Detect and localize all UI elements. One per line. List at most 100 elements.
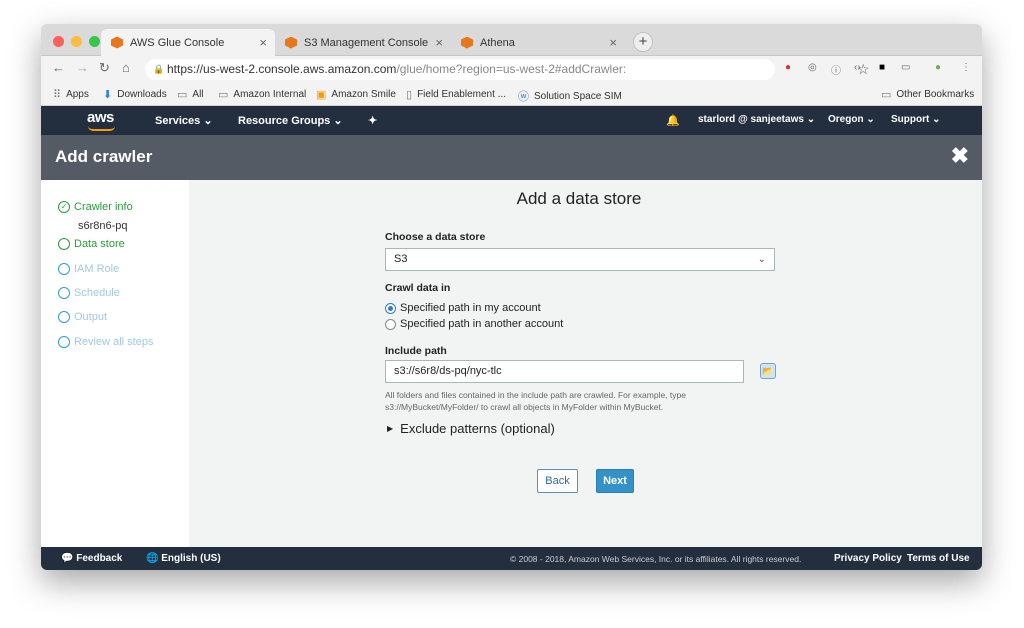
step-iam-role[interactable]: IAM Role: [58, 263, 119, 275]
bookmark-other[interactable]: ▭ Other Bookmarks: [881, 88, 974, 101]
language-selector[interactable]: 🌐 English (US): [146, 553, 221, 564]
circle-icon: [58, 311, 70, 323]
amazon-icon: ▣: [316, 89, 327, 101]
bookmark-solution-space[interactable]: ⓦ Solution Space SIM: [518, 88, 622, 104]
check-circle-icon: ✓: [58, 201, 70, 213]
apps-grid-icon: ⠿: [53, 89, 62, 101]
tab-athena[interactable]: Athena ×: [451, 29, 625, 56]
close-icon[interactable]: ✖: [951, 143, 969, 169]
crawl-data-label: Crawl data in: [385, 282, 451, 294]
forward-arrow-icon[interactable]: →: [76, 60, 89, 75]
maximize-window-button[interactable]: [89, 36, 100, 47]
speech-bubble-icon: 💬: [61, 553, 74, 564]
radio-my-account[interactable]: Specified path in my account: [385, 302, 541, 314]
resource-groups-menu[interactable]: Resource Groups ⌄: [238, 114, 343, 127]
aws-nav-bar: aws Services ⌄ Resource Groups ⌄ ✦ 🔔 sta…: [41, 106, 982, 135]
home-icon[interactable]: ⌂: [122, 60, 130, 75]
account-menu[interactable]: starlord @ sanjeetaws ⌄: [698, 114, 815, 125]
radio-selected-icon: [385, 302, 396, 314]
profile-avatar[interactable]: ●: [935, 62, 941, 73]
step-crawler-info[interactable]: ✓ Crawler info: [58, 201, 133, 213]
wizard-steps: ✓ Crawler info s6r8n6-pq Data store IAM …: [41, 180, 189, 547]
back-arrow-icon[interactable]: ←: [52, 60, 65, 75]
globe-icon: 🌐: [146, 553, 159, 564]
radio-other-account[interactable]: Specified path in another account: [385, 318, 563, 330]
bookmark-apps[interactable]: ⠿ Apps: [53, 88, 89, 101]
address-bar[interactable]: 🔒 https://us-west-2.console.aws.amazon.c…: [145, 59, 870, 80]
step-schedule[interactable]: Schedule: [58, 287, 120, 299]
folder-icon: ▭: [177, 89, 188, 101]
pin-icon[interactable]: ✦: [368, 114, 377, 127]
menu-dots-icon[interactable]: ⋮: [961, 62, 971, 73]
caret-right-icon: ▶: [387, 424, 394, 433]
chevron-down-icon: ⌄: [866, 114, 875, 125]
back-button[interactable]: Back: [537, 469, 578, 493]
close-tab-icon[interactable]: ×: [259, 35, 267, 50]
datastore-label: Choose a data store: [385, 231, 486, 243]
lock-icon: 🔒: [153, 64, 165, 74]
chevron-down-icon: ⌄: [203, 115, 213, 127]
step-crawler-name: s6r8n6-pq: [78, 220, 128, 232]
extension-icon[interactable]: ▭: [901, 62, 910, 73]
tab-label: S3 Management Console: [304, 36, 429, 49]
new-tab-button[interactable]: +: [633, 32, 653, 52]
step-review[interactable]: Review all steps: [58, 336, 153, 348]
download-icon: ⬇: [103, 89, 113, 101]
aws-cube-icon: [111, 36, 123, 49]
tab-label: Athena: [480, 36, 515, 49]
tab-strip: AWS Glue Console × S3 Management Console…: [41, 24, 982, 56]
circle-icon: [58, 336, 70, 348]
page-header: Add crawler ✖: [41, 135, 982, 180]
bookmark-all[interactable]: ▭ All: [177, 88, 204, 101]
feedback-link[interactable]: 💬 Feedback: [61, 553, 122, 564]
tab-s3[interactable]: S3 Management Console ×: [275, 29, 451, 56]
step-output[interactable]: Output: [58, 311, 107, 323]
extension-icon[interactable]: ⓘ: [831, 62, 841, 77]
extension-icon[interactable]: ■: [879, 62, 885, 73]
close-tab-icon[interactable]: ×: [609, 35, 617, 50]
region-menu[interactable]: Oregon ⌄: [828, 114, 875, 125]
bell-icon[interactable]: 🔔: [666, 114, 680, 127]
step-data-store[interactable]: Data store: [58, 238, 125, 250]
circle-icon: [58, 238, 70, 250]
close-window-button[interactable]: [53, 36, 64, 47]
code-icon[interactable]: ‹›: [854, 62, 861, 73]
privacy-policy-link[interactable]: Privacy Policy: [834, 553, 902, 564]
folder-icon: ▭: [218, 89, 229, 101]
include-path-hint: All folders and files contained in the i…: [385, 390, 686, 412]
adblock-icon[interactable]: ●: [785, 62, 791, 73]
terms-of-use-link[interactable]: Terms of Use: [907, 553, 970, 564]
url-host: https://us-west-2.console.aws.amazon.com: [167, 62, 397, 76]
copyright-text: © 2008 - 2018, Amazon Web Services, Inc.…: [510, 554, 802, 564]
chevron-down-icon: ⌄: [806, 114, 816, 125]
minimize-window-button[interactable]: [71, 36, 82, 47]
close-tab-icon[interactable]: ×: [435, 35, 443, 50]
bookmark-downloads[interactable]: ⬇ Downloads: [103, 88, 167, 101]
include-path-input[interactable]: s3://s6r8/ds-pq/nyc-tlc: [385, 360, 744, 383]
section-heading: Add a data store: [516, 189, 642, 208]
tab-aws-glue[interactable]: AWS Glue Console ×: [101, 29, 275, 56]
bookmark-amazon-internal[interactable]: ▭ Amazon Internal: [218, 88, 306, 101]
include-path-label: Include path: [385, 345, 447, 357]
page-footer: 💬 Feedback 🌐 English (US) © 2008 - 2018,…: [41, 547, 982, 570]
services-menu[interactable]: Services ⌄: [155, 114, 213, 127]
browser-toolbar: ← → ↻ ⌂ 🔒 https://us-west-2.console.aws.…: [41, 56, 982, 83]
bookmark-amazon-smile[interactable]: ▣ Amazon Smile: [316, 88, 396, 101]
circle-icon: [58, 287, 70, 299]
extension-icon[interactable]: ◎: [808, 62, 817, 73]
chevron-down-icon: ⌄: [932, 114, 941, 125]
exclude-patterns-toggle[interactable]: ▶ Exclude patterns (optional): [387, 421, 555, 436]
bookmark-field-enablement[interactable]: ▯ Field Enablement ...: [406, 88, 506, 101]
url-path: /glue/home?region=us-west-2#addCrawler:: [396, 62, 627, 76]
chevron-down-icon: ⌄: [333, 115, 343, 127]
circle-icon: [58, 263, 70, 275]
next-button[interactable]: Next: [596, 469, 634, 493]
chevron-down-icon: ⌄: [757, 254, 766, 265]
folder-browse-icon[interactable]: 📂: [760, 363, 776, 379]
datastore-select[interactable]: S3 ⌄: [385, 248, 775, 271]
window-controls: [53, 36, 100, 47]
page-icon: ▯: [406, 89, 413, 101]
reload-icon[interactable]: ↻: [99, 60, 110, 76]
aws-logo[interactable]: aws: [87, 109, 115, 131]
support-menu[interactable]: Support ⌄: [891, 114, 941, 125]
